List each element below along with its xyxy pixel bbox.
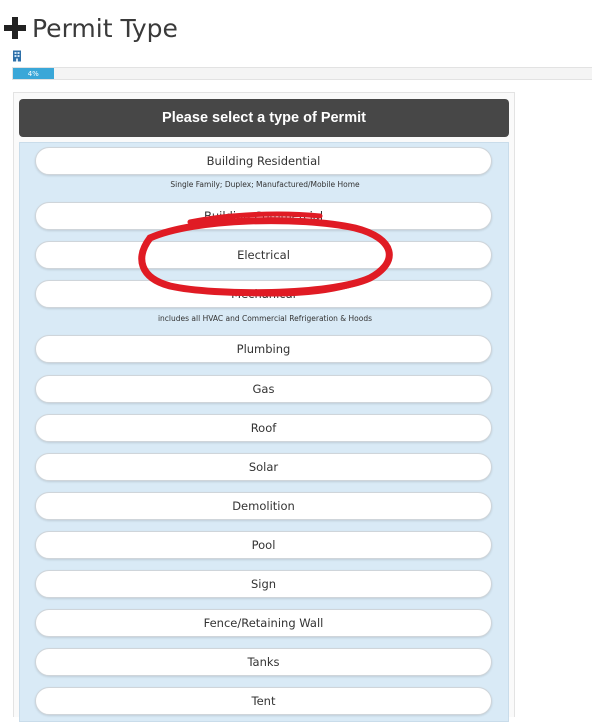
progress-fill: 4% xyxy=(13,68,54,79)
option-sign[interactable]: Sign xyxy=(35,570,492,598)
option-building-commercial[interactable]: Building Commercial xyxy=(35,202,492,230)
permit-type-list: Building Residential Single Family; Dupl… xyxy=(19,142,509,722)
building-icon xyxy=(13,50,21,62)
option-solar[interactable]: Solar xyxy=(35,453,492,481)
option-electrical[interactable]: Electrical xyxy=(35,241,492,269)
option-demolition[interactable]: Demolition xyxy=(35,492,492,520)
option-tent[interactable]: Tent xyxy=(35,687,492,715)
panel-header: Please select a type of Permit xyxy=(19,99,509,137)
page-title: Permit Type xyxy=(4,10,178,46)
plus-icon xyxy=(4,17,26,39)
page-title-text: Permit Type xyxy=(32,13,178,43)
option-note: includes all HVAC and Commercial Refrige… xyxy=(157,314,373,323)
option-note: Single Family; Duplex; Manufactured/Mobi… xyxy=(170,180,360,189)
option-gas[interactable]: Gas xyxy=(35,375,492,403)
option-tanks[interactable]: Tanks xyxy=(35,648,492,676)
option-mechanical[interactable]: Mechanical xyxy=(35,280,492,308)
permit-type-panel: Please select a type of Permit Building … xyxy=(13,92,515,722)
progress-label: 4% xyxy=(27,69,39,78)
option-roof[interactable]: Roof xyxy=(35,414,492,442)
progress-bar: 4% xyxy=(12,67,592,80)
option-pool[interactable]: Pool xyxy=(35,531,492,559)
option-fence-retaining-wall[interactable]: Fence/Retaining Wall xyxy=(35,609,492,637)
option-building-residential[interactable]: Building Residential xyxy=(35,147,492,175)
option-plumbing[interactable]: Plumbing xyxy=(35,335,492,363)
